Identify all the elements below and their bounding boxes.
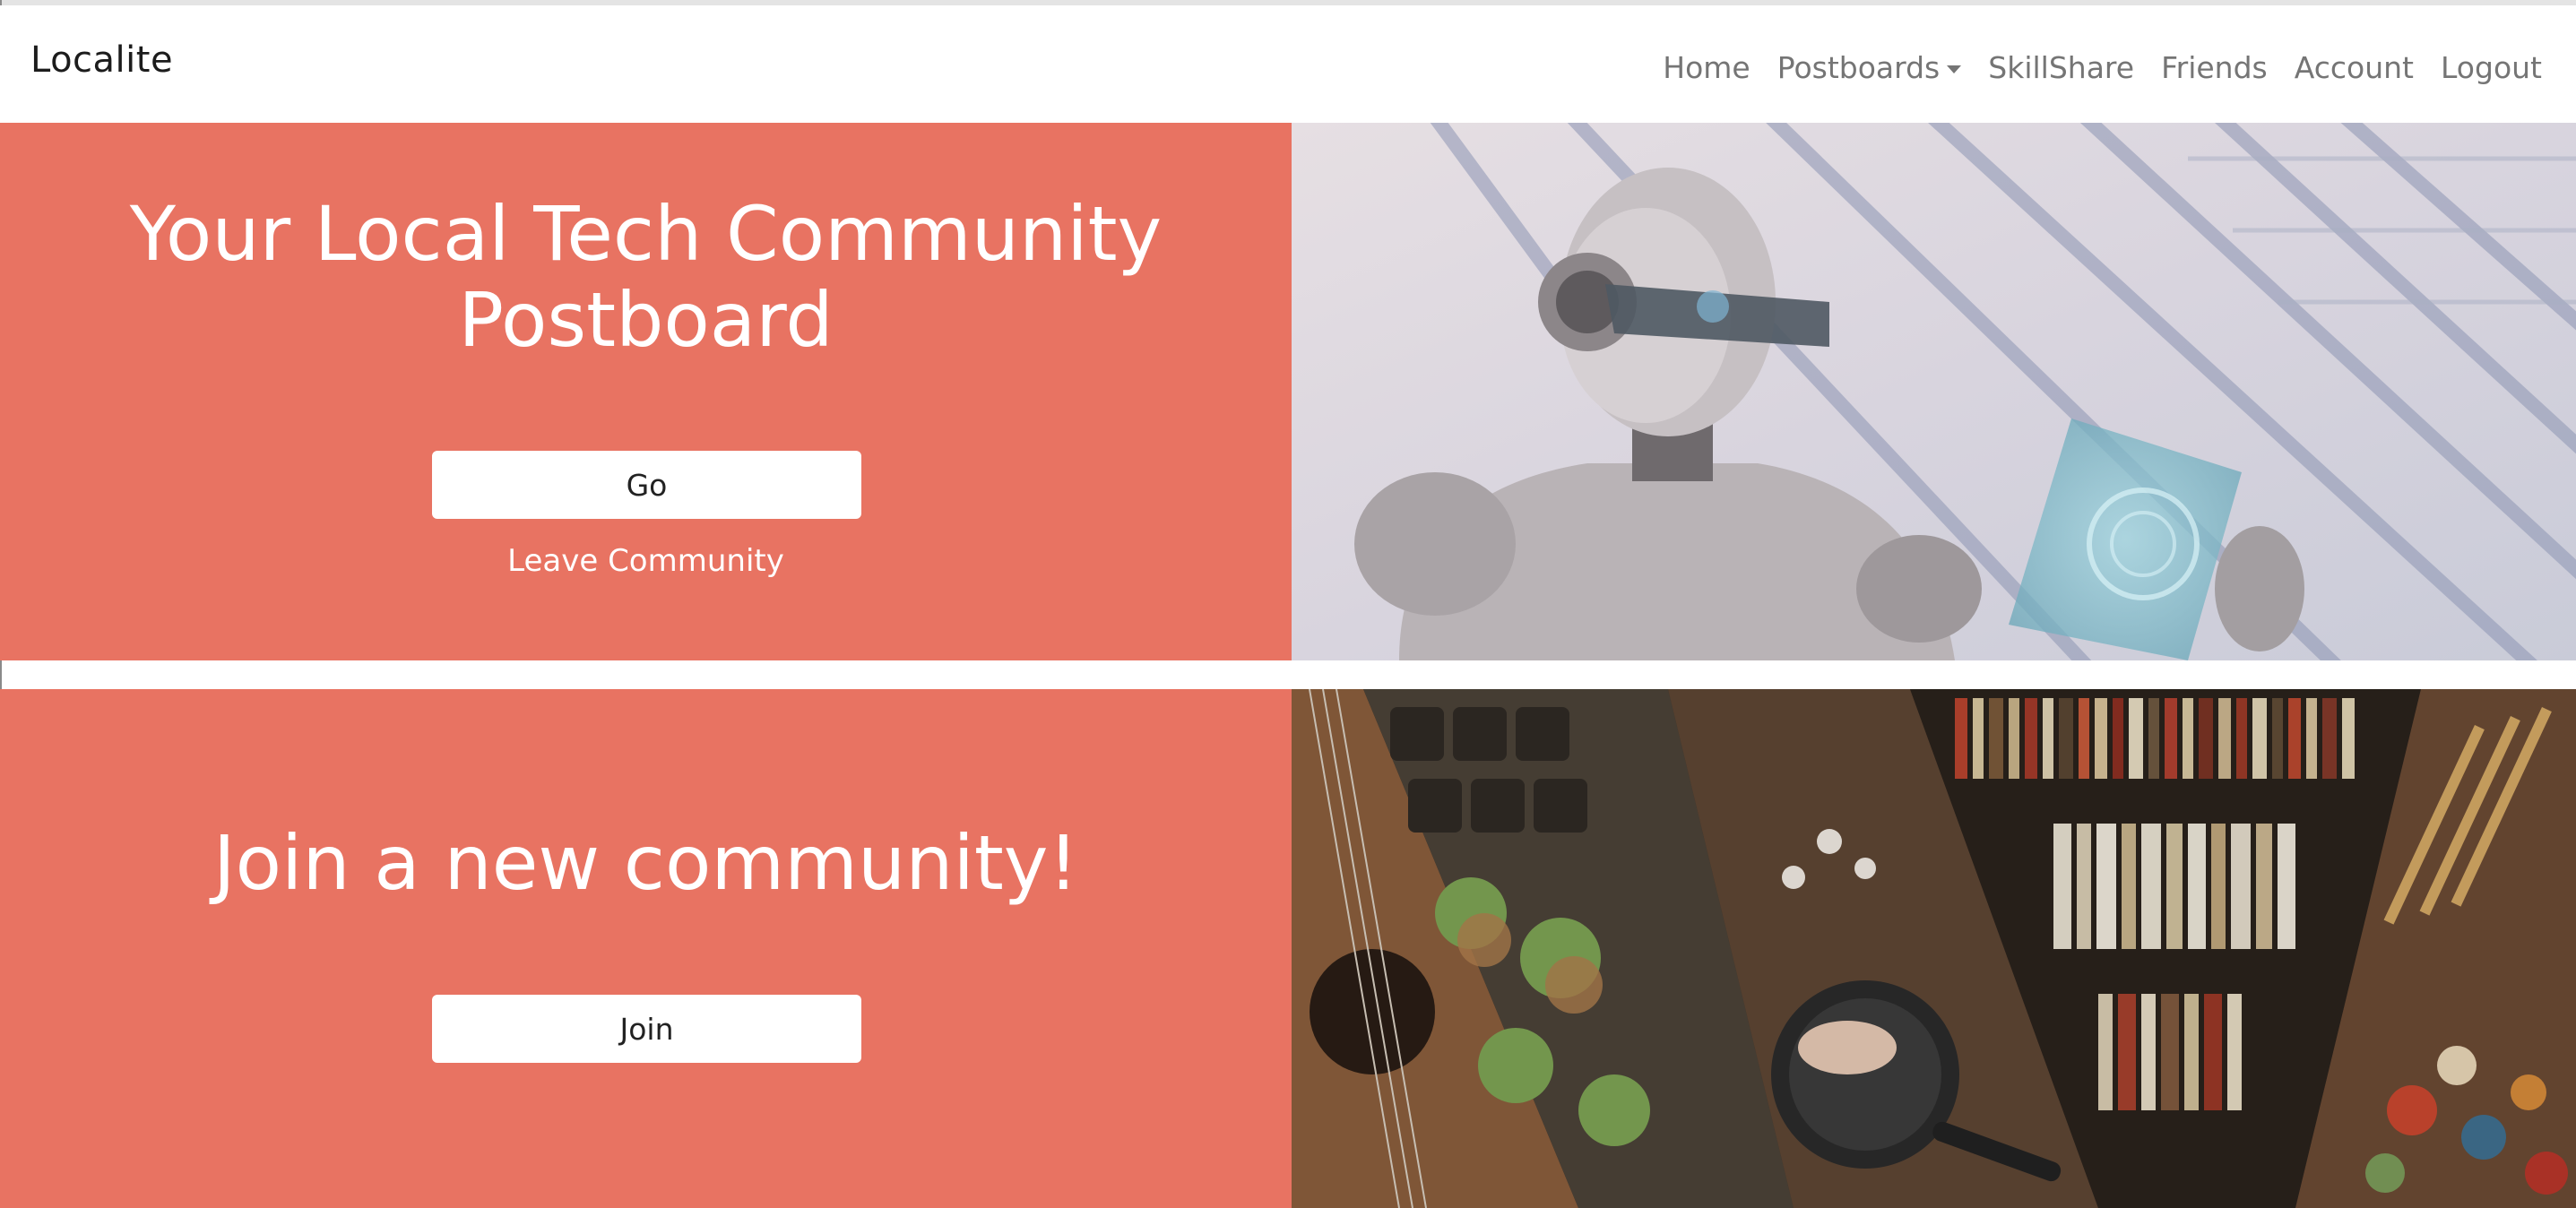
nav-skillshare-link[interactable]: SkillShare (1988, 50, 2134, 85)
nav-postboards-label: Postboards (1776, 50, 1941, 85)
nav-links: Home Postboards SkillShare Friends Accou… (1636, 50, 2542, 85)
join-button[interactable]: Join (432, 995, 861, 1063)
join-section: Join a new community! Join (0, 689, 2576, 1208)
join-title: Join a new community! (212, 819, 1079, 907)
nav-account-link[interactable]: Account (2295, 50, 2414, 85)
community-title-line1: Your Local Tech Community (129, 190, 1163, 278)
go-button[interactable]: Go (432, 451, 861, 519)
community-panel: Your Local Tech Community Postboard Go L… (0, 123, 1292, 660)
robot-image (1292, 123, 2576, 660)
hobbies-collage-image (1292, 689, 2576, 1208)
leave-community-link[interactable]: Leave Community (0, 543, 1292, 579)
caret-down-icon (1947, 65, 1962, 73)
community-title: Your Local Tech Community Postboard (0, 191, 1292, 363)
join-panel: Join a new community! Join (0, 689, 1292, 1208)
community-section: Your Local Tech Community Postboard Go L… (0, 123, 2576, 660)
community-title-line2: Postboard (458, 276, 834, 364)
brand-logo[interactable]: Localite (30, 39, 173, 81)
nav-logout-link[interactable]: Logout (2441, 50, 2542, 85)
nav-friends-link[interactable]: Friends (2161, 50, 2268, 85)
nav-postboards-dropdown[interactable]: Postboards (1777, 50, 1962, 85)
nav-home-link[interactable]: Home (1663, 50, 1750, 85)
navbar: Localite Home Postboards SkillShare Frie… (0, 5, 2576, 123)
